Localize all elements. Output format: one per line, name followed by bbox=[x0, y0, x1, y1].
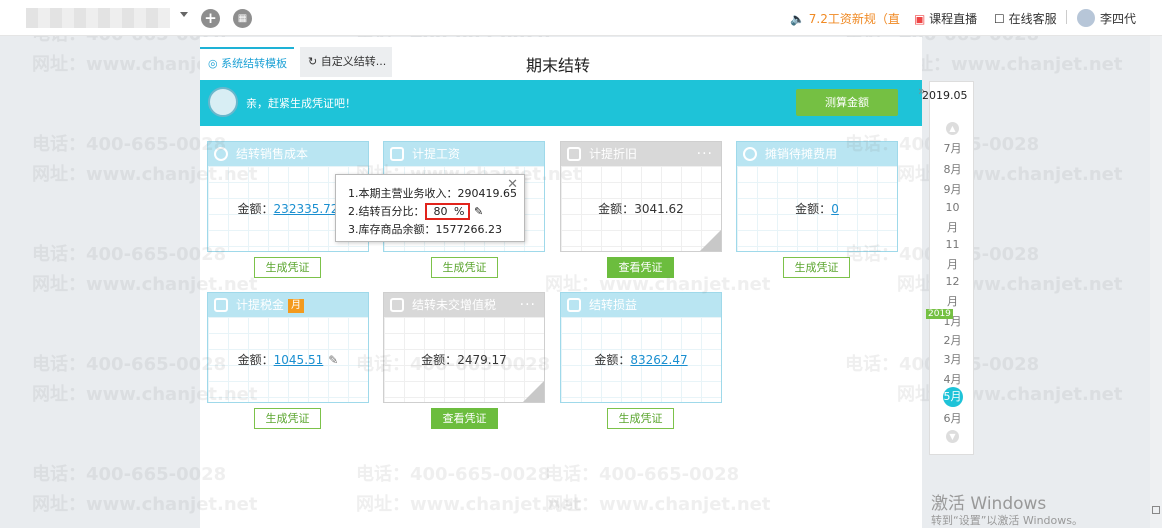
calendar-year-label: 2019.05 bbox=[922, 89, 968, 102]
generate-voucher-button[interactable]: 生成凭证 bbox=[254, 257, 321, 278]
right-scroll-edge bbox=[1150, 36, 1162, 528]
view-voucher-button[interactable]: 查看凭证 bbox=[431, 408, 498, 429]
card-title: 计提税金 bbox=[236, 298, 285, 312]
generate-voucher-button[interactable]: 生成凭证 bbox=[783, 257, 850, 278]
calendar-month[interactable]: 12 bbox=[930, 275, 975, 288]
card-unpaid-vat[interactable]: 结转未交增值税 ··· 金额：2479.17 bbox=[383, 292, 545, 403]
template-icon: ◎ bbox=[208, 57, 218, 70]
refresh-icon: ↻ bbox=[308, 55, 318, 68]
robot-icon bbox=[208, 87, 238, 117]
month-badge: 月 bbox=[288, 299, 305, 313]
more-icon[interactable]: ··· bbox=[520, 293, 536, 317]
main-panel: ◎ 系统结转模板 ↻ 自定义结转... 期末结转 亲，赶紧生成凭证吧！ 测算金额 bbox=[200, 37, 922, 528]
popup-inventory: 3.库存商品余额：1577266.23 bbox=[348, 223, 502, 236]
watermark-site: 网址：www.chanjet.net bbox=[897, 54, 1123, 75]
popup-percent-row: 2.结转百分比： 80 % ✎ bbox=[348, 203, 484, 220]
generate-voucher-button[interactable]: 生成凭证 bbox=[431, 257, 498, 278]
card-amount: 金额：2479.17 bbox=[421, 353, 507, 367]
tab-custom-template[interactable]: ↻ 自定义结转... bbox=[300, 47, 392, 77]
card-title: 摊销待摊费用 bbox=[765, 147, 838, 161]
speaker-icon: 🔈 bbox=[790, 12, 805, 26]
card-title: 结转损益 bbox=[589, 298, 638, 312]
card-amount: 金额：3041.62 bbox=[598, 202, 684, 216]
watermark-phone: 电话：400-665-0028 bbox=[32, 244, 227, 265]
banner-message: 亲，赶紧生成凭证吧！ bbox=[246, 97, 356, 110]
calendar-month[interactable]: 8月 bbox=[930, 161, 975, 177]
more-icon[interactable]: ··· bbox=[697, 142, 713, 166]
building-icon bbox=[567, 147, 581, 161]
news-link[interactable]: 🔈 7.2工资新规（直 bbox=[790, 10, 900, 27]
chevron-down-icon[interactable]: ▼ bbox=[946, 430, 959, 443]
percent-input[interactable]: 80 % bbox=[424, 203, 471, 220]
calculator-icon bbox=[567, 298, 581, 312]
card-profit-loss[interactable]: 结转损益 金额：83262.47 bbox=[560, 292, 722, 403]
calendar-month[interactable]: 月 bbox=[930, 293, 975, 309]
video-icon: ▣ bbox=[914, 12, 926, 26]
calendar-month[interactable]: 月 bbox=[930, 256, 975, 272]
chevron-up-icon[interactable]: ▲ bbox=[946, 122, 959, 135]
windows-activation-subtitle: 转到“设置”以激活 Windows。 bbox=[931, 514, 1083, 527]
year-tag: 2019 bbox=[926, 309, 953, 319]
online-service-link[interactable]: ☐ 在线客服 bbox=[994, 10, 1057, 27]
watermark-phone: 电话：400-665-0028 bbox=[32, 464, 227, 485]
calendar-month[interactable]: 7月 bbox=[930, 140, 975, 156]
pencil-icon[interactable]: ✎ bbox=[474, 205, 483, 218]
refresh-icon bbox=[214, 147, 228, 161]
watermark-phone: 电话：400-665-0028 bbox=[32, 134, 227, 155]
live-course-link[interactable]: ▣ 课程直播 bbox=[914, 10, 977, 27]
watermark-phone: 电话：400-665-0028 bbox=[32, 354, 227, 375]
calendar-month-selected[interactable]: 5月 bbox=[930, 387, 975, 407]
chevron-down-icon[interactable] bbox=[180, 12, 188, 17]
generate-voucher-button[interactable]: 生成凭证 bbox=[254, 408, 321, 429]
card-depreciation[interactable]: 计提折旧 ··· 金额：3041.62 bbox=[560, 141, 722, 252]
amount-link[interactable]: 0 bbox=[831, 202, 839, 216]
amount-link[interactable]: 1045.51 bbox=[274, 353, 324, 367]
tooltip-popup: ✕ 1.本期主营业务收入：290419.65 2.结转百分比： 80 % ✎ 3.… bbox=[335, 174, 525, 242]
banner: 亲，赶紧生成凭证吧！ 测算金额 bbox=[200, 80, 922, 126]
tab-system-template[interactable]: ◎ 系统结转模板 bbox=[200, 47, 294, 77]
view-voucher-button[interactable]: 查看凭证 bbox=[607, 257, 674, 278]
tax-icon bbox=[214, 298, 228, 312]
month-calendar: ▲ 7月 8月 9月 10 月 11 月 12 月 1月 2月 3月 4月 5月… bbox=[929, 81, 974, 455]
card-amount: 金额：0 bbox=[795, 202, 839, 216]
chat-icon: ☐ bbox=[994, 12, 1005, 26]
card-title: 结转未交增值税 bbox=[412, 298, 497, 312]
calendar-month[interactable]: 6月 bbox=[930, 410, 975, 426]
card-amortize-prepaid[interactable]: 摊销待摊费用 金额：0 bbox=[736, 141, 898, 252]
calendar-month[interactable]: 3月 bbox=[930, 351, 975, 367]
generate-voucher-button[interactable]: 生成凭证 bbox=[607, 408, 674, 429]
card-accrue-taxes[interactable]: 计提税金月 金额：1045.51 ✎ bbox=[207, 292, 369, 403]
calendar-month[interactable]: 10 bbox=[930, 201, 975, 214]
windows-activation-title: 激活 Windows bbox=[931, 494, 1047, 514]
company-name-blurred[interactable] bbox=[26, 8, 170, 28]
corner-check-icon bbox=[522, 381, 544, 402]
calendar-month[interactable]: 4月 bbox=[930, 371, 975, 387]
card-title: 计提折旧 bbox=[589, 147, 638, 161]
divider bbox=[1066, 10, 1067, 24]
coin-icon bbox=[743, 147, 757, 161]
avatar[interactable] bbox=[1077, 9, 1095, 27]
amount-link[interactable]: 83262.47 bbox=[630, 353, 687, 367]
pencil-icon[interactable]: ✎ bbox=[328, 353, 338, 367]
card-title: 结转销售成本 bbox=[236, 147, 309, 161]
wallet-icon bbox=[390, 147, 404, 161]
calendar-month[interactable]: 9月 bbox=[930, 181, 975, 197]
calendar-month[interactable]: 11 bbox=[930, 238, 975, 251]
receipt-icon bbox=[390, 298, 404, 312]
add-icon[interactable]: + bbox=[201, 9, 220, 28]
corner-check-icon bbox=[699, 230, 721, 251]
calendar-month[interactable]: 月 bbox=[930, 219, 975, 235]
card-amount: 金额：1045.51 ✎ bbox=[237, 353, 339, 367]
top-bar: + ▦ 🔈 7.2工资新规（直 ▣ 课程直播 ☐ 在线客服 李四代 bbox=[0, 0, 1162, 36]
card-amount: 金额：83262.47 bbox=[594, 353, 688, 367]
amount-link[interactable]: 232335.72 bbox=[274, 202, 339, 216]
square-icon[interactable] bbox=[1152, 506, 1160, 514]
popup-revenue: 1.本期主营业务收入：290419.65 bbox=[348, 187, 517, 200]
user-name[interactable]: 李四代 bbox=[1100, 10, 1136, 27]
card-title: 计提工资 bbox=[412, 147, 461, 161]
calculate-amount-button[interactable]: 测算金额 bbox=[796, 89, 898, 116]
grid-icon[interactable]: ▦ bbox=[233, 9, 252, 28]
calendar-month[interactable]: 2月 bbox=[930, 332, 975, 348]
page-title: 期末结转 bbox=[526, 56, 591, 75]
